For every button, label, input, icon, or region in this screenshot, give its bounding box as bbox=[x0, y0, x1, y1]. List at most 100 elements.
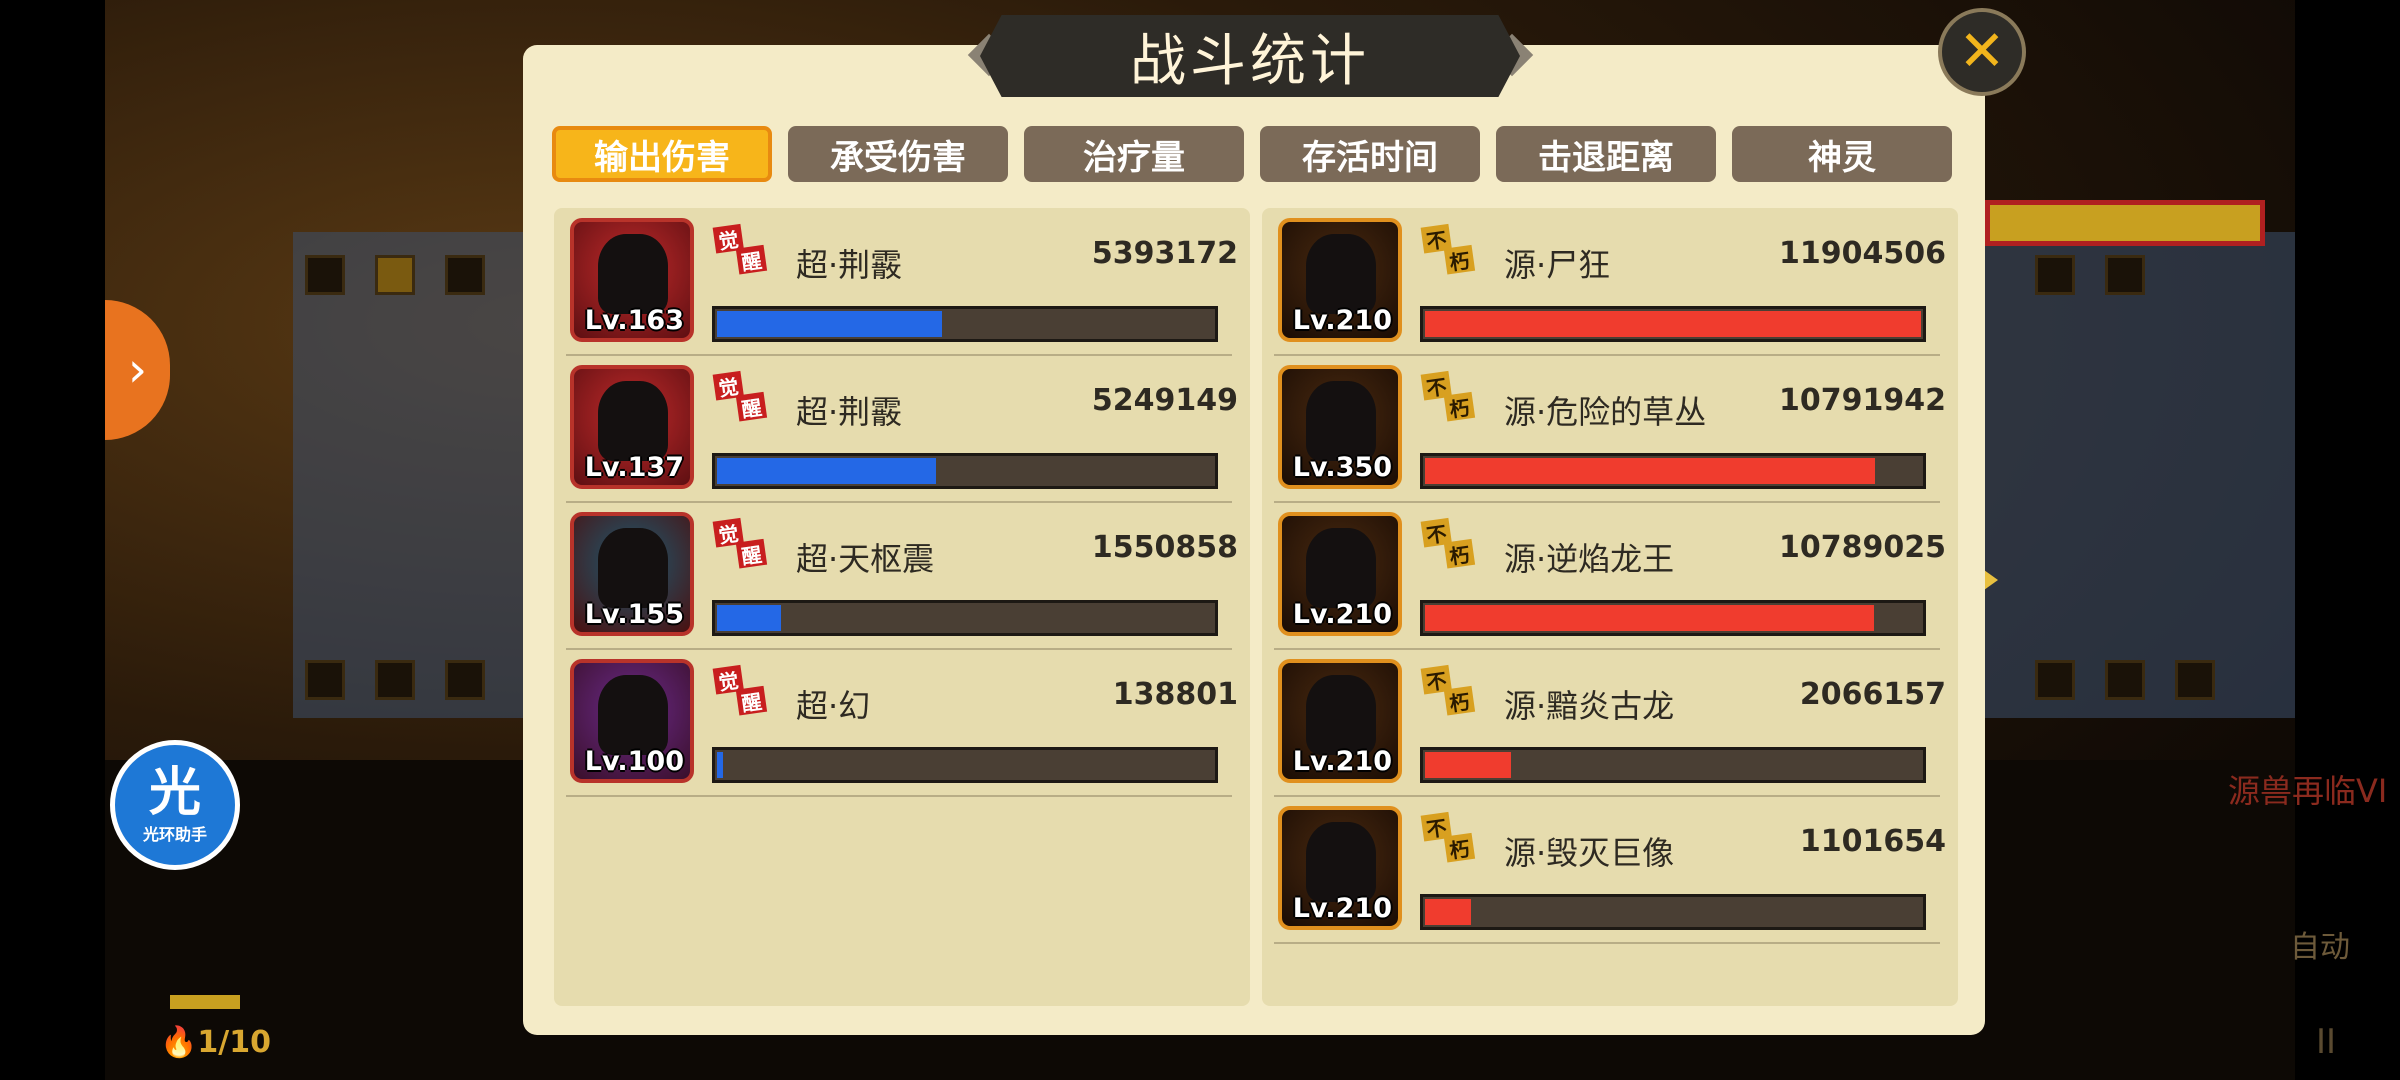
unit-value: 10789025 bbox=[1779, 530, 1946, 565]
unit-stat-bar-fill bbox=[717, 311, 942, 337]
row-divider bbox=[566, 795, 1232, 797]
unit-portrait bbox=[1306, 381, 1376, 461]
unit-level: Lv.210 bbox=[1292, 893, 1392, 924]
awaken-badge-icon: 觉 醒 bbox=[712, 221, 770, 279]
unit-row[interactable]: Lv.350 不 朽 源·危险的草丛 10791942 bbox=[1262, 355, 1958, 503]
unit-value: 11904506 bbox=[1779, 236, 1946, 271]
unit-row[interactable]: Lv.137 觉 醒 超·荆霰 5249149 bbox=[554, 355, 1250, 503]
unit-stat-bar bbox=[1420, 600, 1926, 636]
unit-level: Lv.100 bbox=[584, 746, 684, 777]
unit-value: 10791942 bbox=[1779, 383, 1946, 418]
unit-avatar: Lv.210 bbox=[1278, 806, 1402, 930]
badge-char-bottom: 醒 bbox=[735, 391, 768, 422]
unit-row[interactable]: Lv.210 不 朽 源·毁灭巨像 1101654 bbox=[1262, 796, 1958, 944]
auto-battle-button[interactable]: 自动 bbox=[2290, 922, 2350, 966]
stat-tabs: 输出伤害 承受伤害 治疗量 存活时间 击退距离 神灵 bbox=[552, 126, 1956, 184]
dialog-title: 战斗统计 bbox=[980, 15, 1520, 97]
unit-row[interactable]: Lv.210 不 朽 源·逆焰龙王 10789025 bbox=[1262, 502, 1958, 650]
unit-stat-bar-fill bbox=[1425, 899, 1471, 925]
left-team-list: Lv.163 觉 醒 超·荆霰 5393172 Lv.137 觉 醒 超·荆霰 … bbox=[554, 208, 1250, 1006]
unit-value: 5393172 bbox=[1091, 236, 1238, 271]
unit-stat-bar-fill bbox=[717, 752, 723, 778]
unit-value: 5249149 bbox=[1091, 383, 1238, 418]
unit-stat-bar bbox=[1420, 453, 1926, 489]
unit-avatar: Lv.210 bbox=[1278, 659, 1402, 783]
tab-knockback-distance[interactable]: 击退距离 bbox=[1496, 126, 1716, 182]
unit-value: 2066157 bbox=[1799, 677, 1946, 712]
unit-value: 1101654 bbox=[1799, 824, 1946, 859]
unit-row[interactable]: Lv.210 不 朽 源·尸狂 11904506 bbox=[1262, 208, 1958, 356]
immortal-badge-icon: 不 朽 bbox=[1420, 368, 1478, 426]
tab-damage-dealt[interactable]: 输出伤害 bbox=[552, 126, 772, 182]
unit-level: Lv.350 bbox=[1292, 452, 1392, 483]
unit-level: Lv.163 bbox=[584, 305, 684, 336]
unit-value: 138801 bbox=[1112, 677, 1238, 712]
energy-value: 1/10 bbox=[197, 1025, 271, 1060]
unit-stat-bar-fill bbox=[1425, 311, 1921, 337]
unit-portrait bbox=[1306, 675, 1376, 755]
unit-portrait bbox=[598, 234, 668, 314]
unit-row[interactable]: Lv.163 觉 醒 超·荆霰 5393172 bbox=[554, 208, 1250, 356]
helper-label: 光环助手 bbox=[142, 825, 207, 844]
unit-stat-bar-fill bbox=[717, 605, 781, 631]
boss-health-strip bbox=[1985, 200, 2265, 246]
unit-name: 超·天枢震 bbox=[796, 540, 935, 578]
unit-stat-bar bbox=[712, 600, 1218, 636]
scene-tile bbox=[375, 660, 415, 700]
arrow-right-marker-icon bbox=[1984, 570, 1998, 590]
unit-stat-bar bbox=[712, 747, 1218, 783]
pause-button[interactable]: II bbox=[2316, 1022, 2336, 1062]
tab-healing[interactable]: 治疗量 bbox=[1024, 126, 1244, 182]
unit-avatar: Lv.155 bbox=[570, 512, 694, 636]
unit-portrait bbox=[598, 381, 668, 461]
halo-assistant-button[interactable]: 光 光环助手 bbox=[110, 740, 240, 870]
unit-level: Lv.137 bbox=[584, 452, 684, 483]
awaken-badge-icon: 觉 醒 bbox=[712, 662, 770, 720]
unit-portrait bbox=[598, 528, 668, 608]
unit-avatar: Lv.350 bbox=[1278, 365, 1402, 489]
unit-stat-bar bbox=[1420, 306, 1926, 342]
unit-row[interactable]: Lv.155 觉 醒 超·天枢震 1550858 bbox=[554, 502, 1250, 650]
right-team-list: Lv.210 不 朽 源·尸狂 11904506 Lv.350 不 朽 源·危险… bbox=[1262, 208, 1958, 1006]
stage-name: 源兽再临VI bbox=[2228, 772, 2388, 810]
immortal-badge-icon: 不 朽 bbox=[1420, 515, 1478, 573]
row-divider bbox=[1274, 942, 1940, 944]
badge-char-bottom: 朽 bbox=[1443, 538, 1476, 569]
unit-portrait bbox=[1306, 528, 1376, 608]
badge-char-bottom: 醒 bbox=[735, 244, 768, 275]
unit-stat-bar bbox=[1420, 747, 1926, 783]
scene-tile bbox=[305, 255, 345, 295]
unit-level: Lv.210 bbox=[1292, 305, 1392, 336]
tab-deity[interactable]: 神灵 bbox=[1732, 126, 1952, 182]
unit-avatar: Lv.100 bbox=[570, 659, 694, 783]
badge-char-bottom: 朽 bbox=[1443, 832, 1476, 863]
tab-survival-time[interactable]: 存活时间 bbox=[1260, 126, 1480, 182]
close-icon[interactable]: ✕ bbox=[1938, 8, 2026, 96]
unit-name: 源·危险的草丛 bbox=[1504, 393, 1707, 431]
unit-stat-bar-fill bbox=[1425, 752, 1511, 778]
unit-name: 超·荆霰 bbox=[796, 246, 903, 284]
badge-char-bottom: 醒 bbox=[735, 685, 768, 716]
unit-name: 源·尸狂 bbox=[1504, 246, 1611, 284]
close-glyph: ✕ bbox=[1958, 19, 2006, 84]
scene-tile bbox=[445, 255, 485, 295]
unit-value: 1550858 bbox=[1091, 530, 1238, 565]
unit-level: Lv.210 bbox=[1292, 599, 1392, 630]
unit-stat-bar-fill bbox=[1425, 605, 1874, 631]
badge-char-bottom: 朽 bbox=[1443, 391, 1476, 422]
unit-name: 源·毁灭巨像 bbox=[1504, 834, 1675, 872]
scene-tile bbox=[445, 660, 485, 700]
scene-tile bbox=[2175, 660, 2215, 700]
scene-tile bbox=[2105, 660, 2145, 700]
badge-char-bottom: 醒 bbox=[735, 538, 768, 569]
badge-char-bottom: 朽 bbox=[1443, 244, 1476, 275]
awaken-badge-icon: 觉 醒 bbox=[712, 515, 770, 573]
unit-portrait bbox=[598, 675, 668, 755]
unit-row[interactable]: Lv.210 不 朽 源·黯炎古龙 2066157 bbox=[1262, 649, 1958, 797]
tab-damage-taken[interactable]: 承受伤害 bbox=[788, 126, 1008, 182]
immortal-badge-icon: 不 朽 bbox=[1420, 662, 1478, 720]
unit-level: Lv.210 bbox=[1292, 746, 1392, 777]
unit-row[interactable]: Lv.100 觉 醒 超·幻 138801 bbox=[554, 649, 1250, 797]
unit-stat-bar bbox=[712, 453, 1218, 489]
energy-bar bbox=[170, 995, 240, 1009]
